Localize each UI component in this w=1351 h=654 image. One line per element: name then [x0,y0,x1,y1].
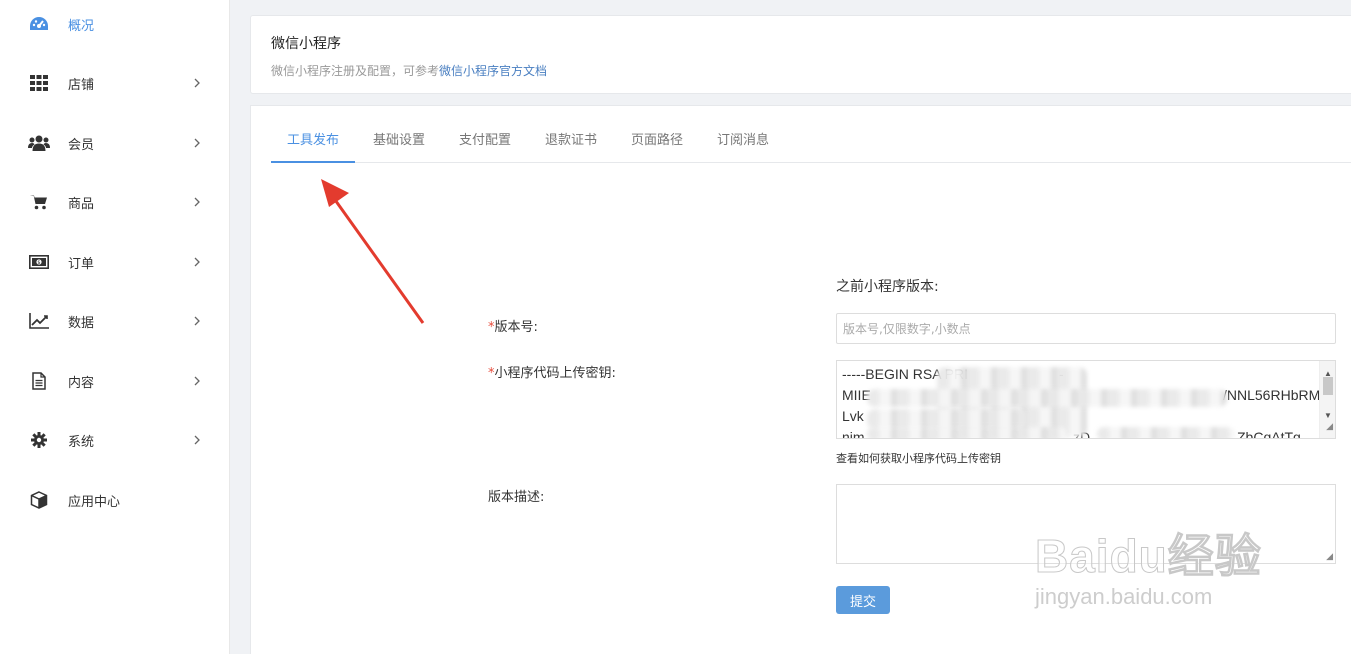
description-label: 版本描述: [488,490,545,505]
redaction-blur [867,427,1067,438]
chevron-right-icon [190,255,204,269]
tab-payment-config[interactable]: 支付配置 [443,106,527,163]
sidebar-item-data[interactable]: 数据 [0,301,230,341]
tab-page-path[interactable]: 页面路径 [615,106,699,163]
sidebar-item-app-center[interactable]: 应用中心 [0,480,230,520]
page-header: 微信小程序 微信小程序注册及配置，可参考微信小程序官方文档 [250,15,1351,94]
redaction-blur [867,409,1027,429]
sidebar-item-overview[interactable]: 概况 [0,4,230,44]
sidebar-item-label: 店铺 [68,77,95,93]
version-label: *版本号: [488,316,538,335]
annotation-arrow-icon [321,179,425,324]
sidebar-item-system[interactable]: 系统 [0,420,230,460]
grid-icon [28,72,50,94]
key-fragment: ZbCqAtTg [1237,429,1301,439]
previous-version-label: 之前小程序版本: [836,279,939,295]
page-title: 微信小程序 [271,36,341,52]
chevron-right-icon [190,76,204,90]
sidebar-item-label: 系统 [68,434,95,450]
page-subtitle-text: 微信小程序注册及配置，可参考 [271,64,440,78]
redaction-blur [867,389,1227,407]
watermark-url: jingyan.baidu.com [1035,584,1213,609]
submit-button[interactable]: 提交 [836,586,890,614]
scroll-thumb[interactable] [1323,377,1333,395]
sidebar-item-label: 订单 [68,256,95,272]
tab-bar: 工具发布 基础设置 支付配置 退款证书 页面路径 订阅消息 [271,106,1351,163]
cart-icon [28,191,50,213]
redaction-blur [1097,427,1235,438]
page-subtitle: 微信小程序注册及配置，可参考微信小程序官方文档 [271,62,547,79]
sidebar-item-orders[interactable]: $ 订单 [0,242,230,282]
upload-key-help-link[interactable]: 查看如何获取小程序代码上传密钥 [836,450,1001,466]
sidebar-item-content[interactable]: 内容 [0,361,230,401]
sidebar-item-label: 概况 [68,18,95,34]
doc-link[interactable]: 微信小程序官方文档 [439,64,547,78]
watermark: Baidu经验 jingyan.baidu.com [1035,520,1262,610]
document-icon [28,370,50,392]
sidebar-item-label: 内容 [68,375,95,391]
sidebar-item-label: 数据 [68,315,95,331]
sidebar-item-label: 应用中心 [68,494,121,510]
chevron-right-icon [190,433,204,447]
version-input[interactable] [836,313,1336,344]
upload-key-textarea[interactable]: -----BEGIN RSA PRI MIIE Lvk njm - /NNL56… [836,360,1336,439]
annotation-arrow [561,281,751,431]
version-label-text: 版本号: [494,320,538,335]
tab-refund-cert[interactable]: 退款证书 [529,106,613,163]
dashboard-icon [28,13,50,35]
sidebar-item-products[interactable]: 商品 [0,182,230,222]
tab-tool-publish[interactable]: 工具发布 [271,106,355,163]
key-fragment: /NNL56RHbRM [1223,387,1321,403]
chevron-right-icon [190,374,204,388]
tab-basic-settings[interactable]: 基础设置 [357,106,441,163]
money-icon: $ [28,251,50,273]
sidebar-item-members[interactable]: 会员 [0,123,230,163]
chevron-right-icon [190,314,204,328]
chevron-right-icon [190,136,204,150]
chevron-right-icon [190,195,204,209]
cube-icon [28,489,50,511]
resize-handle-icon[interactable]: ◢ [1326,416,1333,437]
sidebar-item-store[interactable]: 店铺 [0,63,230,103]
gear-icon [28,429,50,451]
watermark-logo: Baidu经验 [1035,530,1262,583]
sidebar-item-label: 商品 [68,196,95,212]
users-icon [28,132,50,154]
tab-subscribe-msg[interactable]: 订阅消息 [701,106,785,163]
sidebar-item-label: 会员 [68,137,95,153]
resize-handle-icon[interactable]: ◢ [1326,552,1333,562]
svg-text:$: $ [37,260,40,266]
sidebar: 概况 店铺 会员 商品 $ 订单 数据 内容 系统 应用中心 [0,0,230,654]
chart-line-icon [28,310,50,332]
